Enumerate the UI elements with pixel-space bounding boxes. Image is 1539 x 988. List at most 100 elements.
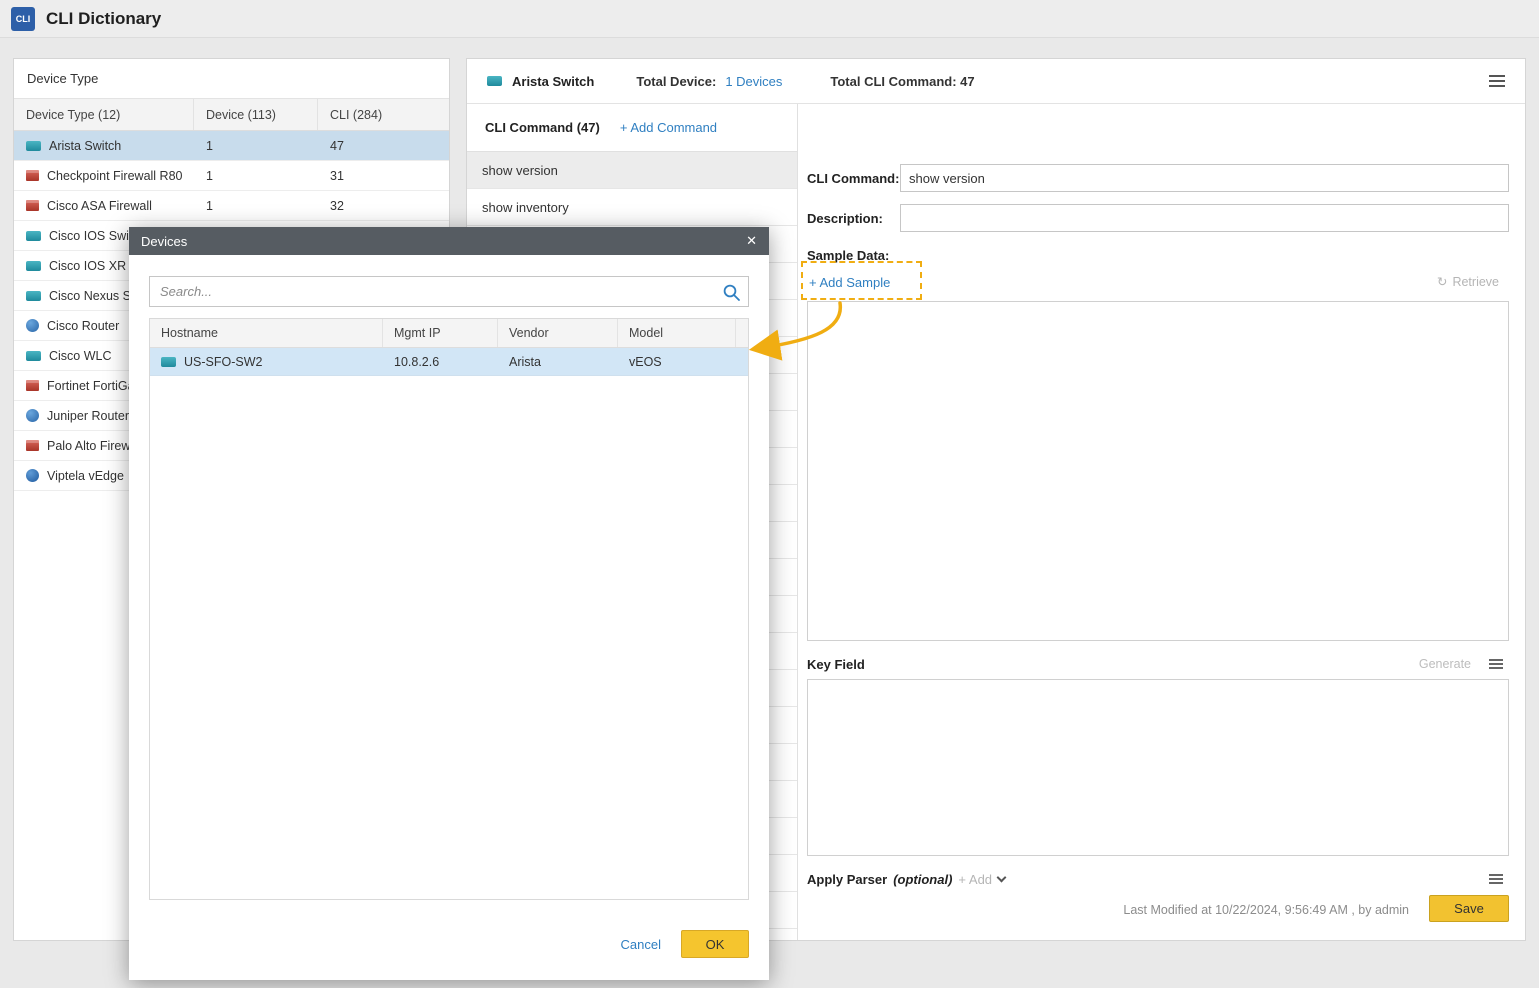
app-header: CLI CLI Dictionary	[0, 0, 1539, 38]
apply-parser-menu-icon[interactable]	[1489, 874, 1503, 885]
router-icon	[26, 319, 39, 332]
hostname-cell: US-SFO-SW2	[150, 348, 383, 375]
mgmt-ip-cell: 10.8.2.6	[383, 348, 498, 375]
main-panel-header: Arista Switch Total Device: 1 Devices To…	[467, 59, 1525, 104]
sample-data-area[interactable]	[807, 301, 1509, 641]
device-type-name: Fortinet FortiGa	[47, 379, 135, 393]
page-title: CLI Dictionary	[46, 9, 161, 29]
cli-command-list-header: CLI Command (47) + Add Command	[467, 104, 797, 152]
generate-button[interactable]: Generate	[1419, 657, 1471, 671]
command-detail-form: CLI Command: Description: Sample Data: +…	[798, 104, 1525, 940]
column-header-vendor[interactable]: Vendor	[498, 319, 618, 347]
add-sample-link[interactable]: + Add Sample	[809, 275, 890, 290]
switch-icon	[487, 76, 502, 86]
device-count-cell: 1	[194, 191, 318, 220]
key-field-menu-icon[interactable]	[1489, 659, 1503, 670]
device-type-name: Cisco IOS XR	[49, 259, 126, 273]
hostname-text: US-SFO-SW2	[184, 355, 262, 369]
cli-count-cell: 47	[318, 131, 449, 160]
device-type-row[interactable]: Arista Switch 147	[14, 131, 449, 161]
retrieve-icon: ↻	[1437, 274, 1447, 289]
devices-table-header: Hostname Mgmt IP Vendor Model	[150, 319, 748, 348]
apply-parser-add-link[interactable]: + Add	[958, 872, 992, 887]
key-field-area	[807, 679, 1509, 856]
column-header-spacer	[736, 319, 748, 347]
spacer-cell	[736, 348, 748, 375]
device-type-row[interactable]: Cisco ASA Firewall 132	[14, 191, 449, 221]
column-header-hostname[interactable]: Hostname	[150, 319, 383, 347]
chevron-down-icon[interactable]	[997, 873, 1007, 883]
close-icon[interactable]: ✕	[746, 233, 757, 249]
cli-command-input[interactable]	[900, 164, 1509, 192]
device-type-name: Cisco Router	[47, 319, 119, 333]
firewall-icon	[26, 200, 39, 211]
device-type-name-cell: Arista Switch	[14, 131, 194, 160]
ok-button[interactable]: OK	[681, 930, 749, 958]
description-input[interactable]	[900, 204, 1509, 232]
model-cell: vEOS	[618, 348, 736, 375]
save-button[interactable]: Save	[1429, 895, 1509, 922]
devices-modal-title: Devices	[141, 234, 187, 249]
devices-modal: Devices ✕ Hostname Mgmt IP Vendor Model …	[129, 227, 769, 980]
sample-data-label: Sample Data:	[807, 248, 889, 263]
device-type-row[interactable]: Checkpoint Firewall R80 131	[14, 161, 449, 191]
description-field-label: Description:	[807, 211, 883, 226]
device-count-cell: 1	[194, 161, 318, 190]
device-type-name: Palo Alto Firewa	[47, 439, 137, 453]
cli-command-field-label: CLI Command:	[807, 171, 899, 186]
device-type-name: Cisco ASA Firewall	[47, 199, 152, 213]
firewall-icon	[26, 440, 39, 451]
column-header-model[interactable]: Model	[618, 319, 736, 347]
add-command-link[interactable]: + Add Command	[620, 120, 717, 135]
device-type-name-cell: Checkpoint Firewall R80	[14, 161, 194, 190]
switch-icon	[26, 351, 41, 361]
column-header-mgmt-ip[interactable]: Mgmt IP	[383, 319, 498, 347]
device-search-box	[149, 276, 749, 307]
switch-icon	[161, 357, 176, 367]
devices-table: Hostname Mgmt IP Vendor Model US-SFO-SW2…	[149, 318, 749, 900]
selected-device-type-title: Arista Switch	[512, 74, 594, 89]
switch-icon	[26, 261, 41, 271]
device-row[interactable]: US-SFO-SW2 10.8.2.6AristavEOS	[150, 348, 748, 376]
devices-modal-header: Devices ✕	[129, 227, 769, 255]
switch-icon	[26, 291, 41, 301]
device-type-name: Cisco WLC	[49, 349, 112, 363]
device-type-name: Juniper Router	[47, 409, 129, 423]
cancel-button[interactable]: Cancel	[621, 937, 661, 952]
column-header-cli-count[interactable]: CLI (284)	[318, 99, 449, 130]
panel-menu-icon[interactable]	[1489, 75, 1505, 87]
device-type-name: Arista Switch	[49, 139, 121, 153]
search-input[interactable]	[150, 277, 748, 306]
devices-table-body: US-SFO-SW2 10.8.2.6AristavEOS	[150, 348, 748, 376]
firewall-icon	[26, 380, 39, 391]
apply-parser-optional-label: (optional)	[893, 872, 952, 887]
retrieve-button[interactable]: ↻ Retrieve	[1437, 274, 1499, 289]
device-type-name: Checkpoint Firewall R80	[47, 169, 182, 183]
key-field-label: Key Field	[807, 657, 865, 672]
retrieve-label: Retrieve	[1452, 275, 1499, 289]
search-icon[interactable]	[722, 283, 741, 302]
cli-count-cell: 31	[318, 161, 449, 190]
cli-logo-icon: CLI	[11, 7, 35, 31]
vendor-cell: Arista	[498, 348, 618, 375]
device-type-name-cell: Cisco ASA Firewall	[14, 191, 194, 220]
cli-command-count-label: CLI Command (47)	[485, 120, 600, 135]
device-type-name: Cisco Nexus Sw	[49, 289, 140, 303]
device-type-panel-title: Device Type	[14, 59, 449, 99]
cli-command-row[interactable]: show version	[467, 152, 797, 189]
total-cli-command-label: Total CLI Command: 47	[830, 74, 974, 89]
apply-parser-label: Apply Parser	[807, 872, 887, 887]
device-type-table-header: Device Type (12) Device (113) CLI (284)	[14, 99, 449, 131]
apply-parser-row: Apply Parser (optional) + Add	[807, 872, 1005, 887]
column-header-device-type[interactable]: Device Type (12)	[14, 99, 194, 130]
column-header-device-count[interactable]: Device (113)	[194, 99, 318, 130]
total-device-label: Total Device:	[636, 74, 716, 89]
router-icon	[26, 409, 39, 422]
firewall-icon	[26, 170, 39, 181]
total-device-value-link[interactable]: 1 Devices	[725, 74, 782, 89]
device-count-cell: 1	[194, 131, 318, 160]
cli-count-cell: 32	[318, 191, 449, 220]
cli-command-row[interactable]: show inventory	[467, 189, 797, 226]
devices-modal-footer: Cancel OK	[621, 930, 749, 958]
last-modified-text: Last Modified at 10/22/2024, 9:56:49 AM …	[1123, 903, 1409, 917]
